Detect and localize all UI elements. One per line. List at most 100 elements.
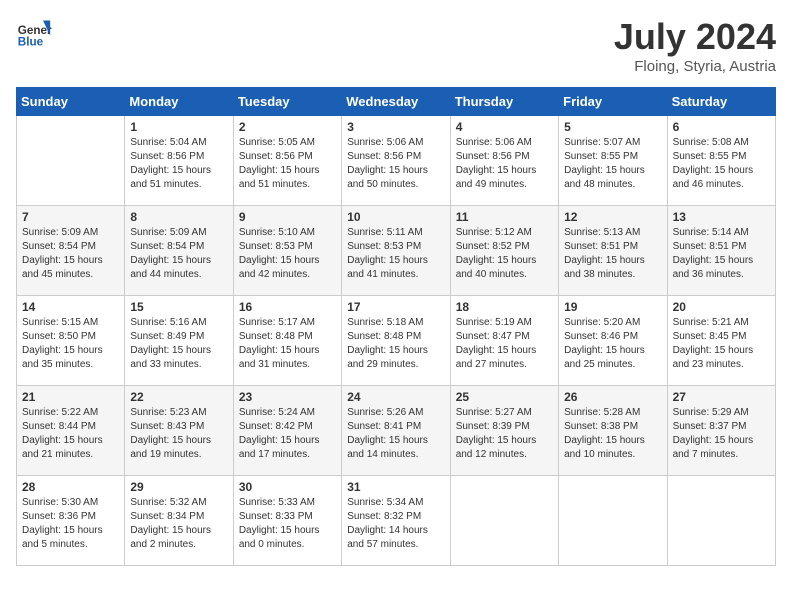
calendar-cell: 29 Sunrise: 5:32 AMSunset: 8:34 PMDayligh… (125, 476, 233, 566)
calendar-week-row: 1Sunrise: 5:04 AMSunset: 8:56 PMDaylight… (17, 116, 776, 206)
calendar-week-row: 14Sunrise: 5:15 AMSunset: 8:50 PMDayligh… (17, 296, 776, 386)
month-year: July 2024 (614, 16, 776, 58)
calendar-cell: 23 Sunrise: 5:24 AMSunset: 8:42 PMDayligh… (233, 386, 341, 476)
day-number: 20 (673, 300, 770, 314)
day-number: 27 (673, 390, 770, 404)
cell-details: Sunrise: 5:17 AMSunset: 8:48 PMDaylight:… (239, 316, 336, 372)
day-number: 3 (347, 120, 444, 134)
day-number: 18 (456, 300, 553, 314)
calendar-table: SundayMondayTuesdayWednesdayThursdayFrid… (16, 87, 776, 566)
location: Floing, Styria, Austria (614, 58, 776, 75)
calendar-cell: 26 Sunrise: 5:28 AMSunset: 8:38 PMDayligh… (559, 386, 667, 476)
calendar-week-row: 7 Sunrise: 5:09 AMSunset: 8:54 PMDaylight… (17, 206, 776, 296)
day-number: 5 (564, 120, 661, 134)
day-number: 21 (22, 390, 119, 404)
calendar-cell: 10 Sunrise: 5:11 AMSunset: 8:53 PMDayligh… (342, 206, 450, 296)
calendar-cell: 5 Sunrise: 5:07 AMSunset: 8:55 PMDaylight… (559, 116, 667, 206)
calendar-cell: 16Sunrise: 5:17 AMSunset: 8:48 PMDayligh… (233, 296, 341, 386)
day-number: 7 (22, 210, 119, 224)
logo-icon: General Blue (16, 16, 52, 52)
day-number: 29 (130, 480, 227, 494)
cell-details: Sunrise: 5:21 AMSunset: 8:45 PMDaylight:… (673, 316, 770, 372)
cell-details: Sunrise: 5:09 AMSunset: 8:54 PMDaylight:… (22, 226, 119, 282)
day-number: 25 (456, 390, 553, 404)
cell-details: Sunrise: 5:28 AMSunset: 8:38 PMDaylight:… (564, 406, 661, 462)
calendar-cell: 6 Sunrise: 5:08 AMSunset: 8:55 PMDaylight… (667, 116, 775, 206)
day-number: 8 (130, 210, 227, 224)
cell-details: Sunrise: 5:33 AMSunset: 8:33 PMDaylight:… (239, 496, 336, 552)
calendar-cell (559, 476, 667, 566)
calendar-cell (17, 116, 125, 206)
calendar-cell: 7 Sunrise: 5:09 AMSunset: 8:54 PMDaylight… (17, 206, 125, 296)
cell-details: Sunrise: 5:32 AMSunset: 8:34 PMDaylight:… (130, 496, 227, 552)
calendar-cell: 18 Sunrise: 5:19 AMSunset: 8:47 PMDayligh… (450, 296, 558, 386)
calendar-cell: 13Sunrise: 5:14 AMSunset: 8:51 PMDayligh… (667, 206, 775, 296)
day-number: 4 (456, 120, 553, 134)
calendar-cell (450, 476, 558, 566)
calendar-cell: 15 Sunrise: 5:16 AMSunset: 8:49 PMDayligh… (125, 296, 233, 386)
calendar-cell: 12Sunrise: 5:13 AMSunset: 8:51 PMDayligh… (559, 206, 667, 296)
day-header-saturday: Saturday (667, 88, 775, 116)
day-number: 1 (130, 120, 227, 134)
day-number: 11 (456, 210, 553, 224)
day-number: 10 (347, 210, 444, 224)
cell-details: Sunrise: 5:06 AMSunset: 8:56 PMDaylight:… (347, 136, 444, 192)
day-number: 15 (130, 300, 227, 314)
cell-details: Sunrise: 5:12 AMSunset: 8:52 PMDaylight:… (456, 226, 553, 282)
cell-details: Sunrise: 5:15 AMSunset: 8:50 PMDaylight:… (22, 316, 119, 372)
calendar-week-row: 21 Sunrise: 5:22 AMSunset: 8:44 PMDayligh… (17, 386, 776, 476)
day-number: 24 (347, 390, 444, 404)
day-number: 22 (130, 390, 227, 404)
day-number: 6 (673, 120, 770, 134)
calendar-cell: 20 Sunrise: 5:21 AMSunset: 8:45 PMDayligh… (667, 296, 775, 386)
calendar-cell: 19Sunrise: 5:20 AMSunset: 8:46 PMDayligh… (559, 296, 667, 386)
svg-text:Blue: Blue (18, 36, 44, 49)
cell-details: Sunrise: 5:08 AMSunset: 8:55 PMDaylight:… (673, 136, 770, 192)
calendar-cell: 31 Sunrise: 5:34 AMSunset: 8:32 PMDayligh… (342, 476, 450, 566)
cell-details: Sunrise: 5:22 AMSunset: 8:44 PMDaylight:… (22, 406, 119, 462)
calendar-body: 1Sunrise: 5:04 AMSunset: 8:56 PMDaylight… (17, 116, 776, 566)
page-header: General Blue July 2024 Floing, Styria, A… (16, 16, 776, 75)
day-header-thursday: Thursday (450, 88, 558, 116)
day-number: 17 (347, 300, 444, 314)
day-number: 26 (564, 390, 661, 404)
cell-details: Sunrise: 5:07 AMSunset: 8:55 PMDaylight:… (564, 136, 661, 192)
calendar-cell: 3 Sunrise: 5:06 AMSunset: 8:56 PMDaylight… (342, 116, 450, 206)
cell-details: Sunrise: 5:24 AMSunset: 8:42 PMDaylight:… (239, 406, 336, 462)
cell-details: Sunrise: 5:16 AMSunset: 8:49 PMDaylight:… (130, 316, 227, 372)
calendar-cell: 1Sunrise: 5:04 AMSunset: 8:56 PMDaylight… (125, 116, 233, 206)
day-header-tuesday: Tuesday (233, 88, 341, 116)
cell-details: Sunrise: 5:10 AMSunset: 8:53 PMDaylight:… (239, 226, 336, 282)
cell-details: Sunrise: 5:27 AMSunset: 8:39 PMDaylight:… (456, 406, 553, 462)
title-block: July 2024 Floing, Styria, Austria (614, 16, 776, 75)
calendar-cell: 4 Sunrise: 5:06 AMSunset: 8:56 PMDaylight… (450, 116, 558, 206)
calendar-cell: 24Sunrise: 5:26 AMSunset: 8:41 PMDayligh… (342, 386, 450, 476)
logo: General Blue (16, 16, 52, 52)
day-header-wednesday: Wednesday (342, 88, 450, 116)
day-number: 2 (239, 120, 336, 134)
day-header-friday: Friday (559, 88, 667, 116)
cell-details: Sunrise: 5:34 AMSunset: 8:32 PMDaylight:… (347, 496, 444, 552)
cell-details: Sunrise: 5:06 AMSunset: 8:56 PMDaylight:… (456, 136, 553, 192)
day-number: 12 (564, 210, 661, 224)
cell-details: Sunrise: 5:23 AMSunset: 8:43 PMDaylight:… (130, 406, 227, 462)
cell-details: Sunrise: 5:29 AMSunset: 8:37 PMDaylight:… (673, 406, 770, 462)
calendar-cell: 14Sunrise: 5:15 AMSunset: 8:50 PMDayligh… (17, 296, 125, 386)
day-header-monday: Monday (125, 88, 233, 116)
day-number: 31 (347, 480, 444, 494)
cell-details: Sunrise: 5:30 AMSunset: 8:36 PMDaylight:… (22, 496, 119, 552)
calendar-cell: 9 Sunrise: 5:10 AMSunset: 8:53 PMDaylight… (233, 206, 341, 296)
calendar-cell: 25 Sunrise: 5:27 AMSunset: 8:39 PMDayligh… (450, 386, 558, 476)
calendar-cell: 2Sunrise: 5:05 AMSunset: 8:56 PMDaylight… (233, 116, 341, 206)
calendar-cell: 30 Sunrise: 5:33 AMSunset: 8:33 PMDayligh… (233, 476, 341, 566)
calendar-week-row: 28 Sunrise: 5:30 AMSunset: 8:36 PMDayligh… (17, 476, 776, 566)
cell-details: Sunrise: 5:19 AMSunset: 8:47 PMDaylight:… (456, 316, 553, 372)
day-number: 30 (239, 480, 336, 494)
day-number: 13 (673, 210, 770, 224)
cell-details: Sunrise: 5:11 AMSunset: 8:53 PMDaylight:… (347, 226, 444, 282)
day-number: 9 (239, 210, 336, 224)
calendar-cell: 27 Sunrise: 5:29 AMSunset: 8:37 PMDayligh… (667, 386, 775, 476)
day-number: 23 (239, 390, 336, 404)
day-number: 28 (22, 480, 119, 494)
calendar-cell: 28 Sunrise: 5:30 AMSunset: 8:36 PMDayligh… (17, 476, 125, 566)
